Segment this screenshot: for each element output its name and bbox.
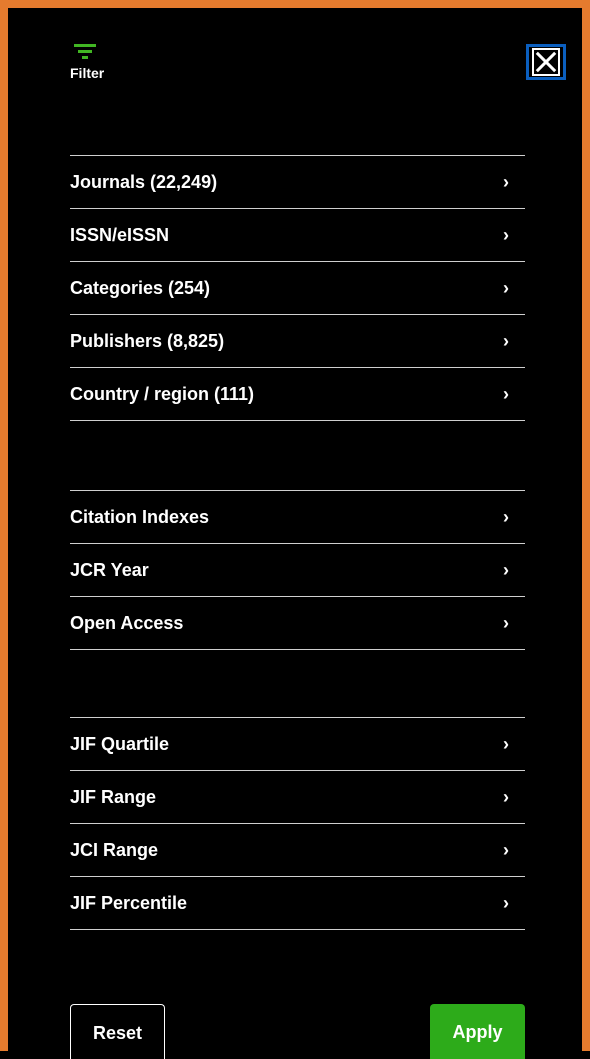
- filter-row-label: Open Access: [70, 612, 184, 633]
- filter-row-label: JIF Percentile: [70, 892, 188, 913]
- filter-row-issn[interactable]: ISSN/eISSN ›: [70, 209, 525, 262]
- filter-panel: Filter Journals (22,249) › ISSN/eISSN › …: [0, 0, 590, 1059]
- filter-group-primary: Journals (22,249) › ISSN/eISSN › Categor…: [70, 155, 525, 421]
- filter-row-label: Journals (22,249): [70, 171, 218, 192]
- filter-row-label: Country / region (111): [70, 383, 255, 404]
- filter-row-label: ISSN/eISSN: [70, 224, 170, 245]
- chevron-right-icon: ›: [503, 734, 509, 754]
- filter-row-jcr-year[interactable]: JCR Year ›: [70, 544, 525, 597]
- chevron-right-icon: ›: [503, 384, 509, 404]
- filter-icon: [73, 44, 97, 62]
- filter-row-categories[interactable]: Categories (254) ›: [70, 262, 525, 315]
- filter-row-jif-range[interactable]: JIF Range ›: [70, 771, 525, 824]
- chevron-right-icon: ›: [503, 331, 509, 351]
- filter-row-jci-range[interactable]: JCI Range ›: [70, 824, 525, 877]
- chevron-right-icon: ›: [503, 225, 509, 245]
- filter-row-publishers[interactable]: Publishers (8,825) ›: [70, 315, 525, 368]
- chevron-right-icon: ›: [503, 840, 509, 860]
- filter-row-label: Categories (254): [70, 277, 211, 298]
- filter-row-label: Publishers (8,825): [70, 330, 225, 351]
- filter-row-journals[interactable]: Journals (22,249) ›: [70, 156, 525, 209]
- chevron-right-icon: ›: [503, 560, 509, 580]
- filter-group-metrics: JIF Quartile › JIF Range › JCI Range › J…: [70, 717, 525, 930]
- chevron-right-icon: ›: [503, 893, 509, 913]
- filter-row-label: Citation Indexes: [70, 506, 210, 527]
- filter-row-label: JCR Year: [70, 559, 149, 580]
- chevron-right-icon: ›: [503, 278, 509, 298]
- close-icon: [532, 48, 560, 76]
- filter-group-index: Citation Indexes › JCR Year › Open Acces…: [70, 490, 525, 650]
- close-button[interactable]: [526, 44, 566, 80]
- filter-title: Filter: [70, 65, 105, 81]
- filter-row-jif-percentile[interactable]: JIF Percentile ›: [70, 877, 525, 930]
- filter-header: Filter: [63, 44, 123, 81]
- chevron-right-icon: ›: [503, 787, 509, 807]
- chevron-right-icon: ›: [503, 172, 509, 192]
- filter-row-jif-quartile[interactable]: JIF Quartile ›: [70, 718, 525, 771]
- filter-row-country-region[interactable]: Country / region (111) ›: [70, 368, 525, 421]
- filter-row-label: JIF Quartile: [70, 733, 170, 754]
- chevron-right-icon: ›: [503, 507, 509, 527]
- filter-row-open-access[interactable]: Open Access ›: [70, 597, 525, 650]
- filter-row-label: JIF Range: [70, 786, 157, 807]
- chevron-right-icon: ›: [503, 613, 509, 633]
- filter-row-label: JCI Range: [70, 839, 159, 860]
- filter-row-citation-indexes[interactable]: Citation Indexes ›: [70, 491, 525, 544]
